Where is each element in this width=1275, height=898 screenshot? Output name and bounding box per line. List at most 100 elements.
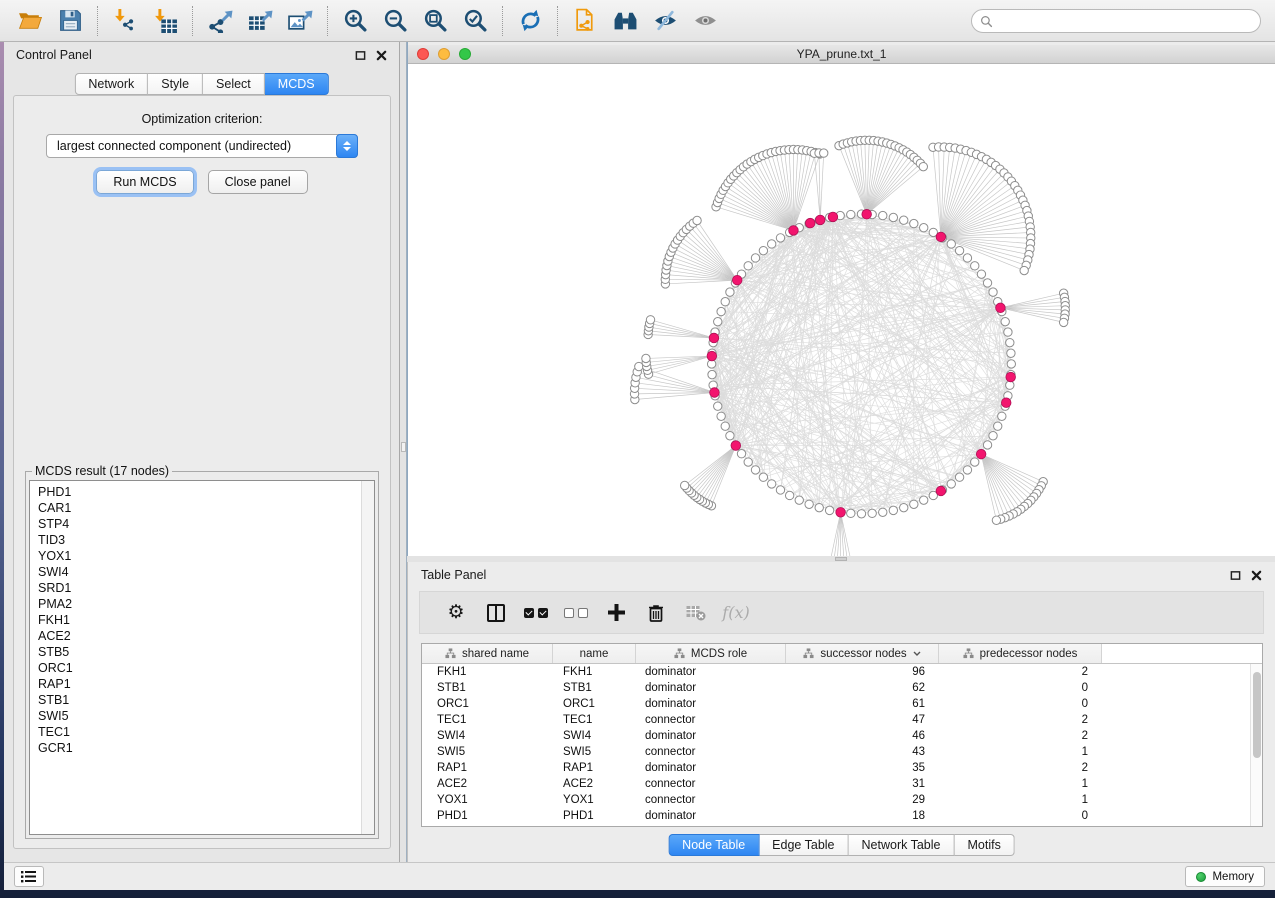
zoom-fit-button[interactable] [418, 5, 452, 37]
refresh-button[interactable] [513, 5, 547, 37]
close-table-panel-button[interactable] [1250, 569, 1262, 581]
control-tab-network[interactable]: Network [74, 73, 148, 95]
column-header-successor-nodes[interactable]: successor nodes [786, 644, 939, 663]
export-table-icon [248, 8, 273, 33]
control-panel-tabs: NetworkStyleSelectMCDS [74, 73, 328, 95]
scrollbar-thumb[interactable] [1253, 672, 1261, 758]
control-tab-select[interactable]: Select [203, 73, 265, 95]
table-row[interactable]: RAP1RAP1dominator352 [422, 760, 1262, 776]
column-type-icon [674, 648, 685, 659]
table-row[interactable]: FKH1FKH1dominator962 [422, 664, 1262, 680]
first-neighbors-button[interactable] [608, 5, 642, 37]
table-tab-motifs[interactable]: Motifs [954, 834, 1014, 856]
show-all-button[interactable] [688, 5, 722, 37]
export-table-button[interactable] [243, 5, 277, 37]
table-row[interactable]: PHD1PHD1dominator180 [422, 808, 1262, 824]
table-row[interactable]: YOX1YOX1connector291 [422, 792, 1262, 808]
unselect-all-columns-button[interactable] [556, 595, 596, 631]
column-header-shared-name[interactable]: shared name [422, 644, 553, 663]
mcds-result-item[interactable]: TID3 [38, 532, 374, 548]
table-cell: dominator [636, 666, 786, 678]
network-canvas[interactable] [408, 64, 1275, 556]
column-header-name[interactable]: name [553, 644, 636, 663]
zoom-out-button[interactable] [378, 5, 412, 37]
mcds-result-item[interactable]: STB5 [38, 644, 374, 660]
float-table-panel-button[interactable] [1229, 569, 1241, 581]
table-row[interactable]: ACE2ACE2connector311 [422, 776, 1262, 792]
optimization-select[interactable]: largest connected component (undirected) [46, 134, 358, 158]
mcds-result-item[interactable]: ACE2 [38, 628, 374, 644]
task-history-button[interactable] [14, 866, 44, 887]
run-mcds-button[interactable]: Run MCDS [96, 170, 193, 194]
table-scrollbar[interactable] [1250, 664, 1262, 826]
chevron-down-icon [913, 651, 921, 657]
select-all-columns-button[interactable] [516, 595, 556, 631]
table-tab-edge-table[interactable]: Edge Table [759, 834, 848, 856]
import-network-button[interactable] [108, 5, 142, 37]
column-type-icon [803, 648, 814, 659]
close-panel-icon-button[interactable] [375, 49, 387, 61]
delete-column-button[interactable] [636, 595, 676, 631]
import-table-button[interactable] [148, 5, 182, 37]
show-column-button[interactable] [476, 595, 516, 631]
network-graph[interactable] [408, 64, 1275, 556]
table-cell: 0 [939, 810, 1102, 822]
export-image-icon [288, 8, 313, 33]
table-settings-button[interactable]: ⚙ [436, 595, 476, 631]
select-stepper-icon [336, 134, 358, 158]
open-file-button[interactable] [13, 5, 47, 37]
mcds-result-item[interactable]: RAP1 [38, 676, 374, 692]
close-panel-button[interactable]: Close panel [208, 170, 308, 194]
table-row[interactable]: SWI5SWI5connector431 [422, 744, 1262, 760]
table-row[interactable]: SWI4SWI4dominator462 [422, 728, 1262, 744]
zoom-selected-button[interactable] [458, 5, 492, 37]
zoom-in-button[interactable] [338, 5, 372, 37]
mcds-result-item[interactable]: ORC1 [38, 660, 374, 676]
splitter-grip[interactable] [835, 557, 847, 561]
export-image-button[interactable] [283, 5, 317, 37]
control-tab-mcds[interactable]: MCDS [265, 73, 329, 95]
column-header-predecessor-nodes[interactable]: predecessor nodes [939, 644, 1102, 663]
table-cell: dominator [636, 762, 786, 774]
unchecked-boxes-icon [564, 608, 588, 618]
columns-icon [487, 604, 505, 622]
export-network-button[interactable] [203, 5, 237, 37]
mcds-result-item[interactable]: FKH1 [38, 612, 374, 628]
mcds-result-item[interactable]: YOX1 [38, 548, 374, 564]
hide-selected-button[interactable] [648, 5, 682, 37]
splitter-grip[interactable] [401, 442, 406, 452]
table-cell: 47 [786, 714, 939, 726]
mcds-result-item[interactable]: CAR1 [38, 500, 374, 516]
vertical-splitter[interactable] [400, 42, 407, 862]
table-row[interactable]: STB1STB1dominator620 [422, 680, 1262, 696]
add-column-button[interactable] [596, 595, 636, 631]
mcds-result-item[interactable]: GCR1 [38, 740, 374, 756]
table-cell: dominator [636, 682, 786, 694]
mcds-result-item[interactable]: STP4 [38, 516, 374, 532]
new-network-from-selection-button[interactable] [568, 5, 602, 37]
table-cell: YOX1 [422, 794, 553, 806]
float-panel-button[interactable] [354, 49, 366, 61]
function-builder-button[interactable]: f(x) [716, 595, 756, 631]
optimization-label: Optimization criterion: [14, 112, 390, 126]
mcds-result-item[interactable]: TEC1 [38, 724, 374, 740]
search-input[interactable] [998, 14, 1260, 28]
mcds-result-item[interactable]: PMA2 [38, 596, 374, 612]
memory-button[interactable]: Memory [1185, 866, 1265, 887]
mcds-result-item[interactable]: STB1 [38, 692, 374, 708]
mcds-result-item[interactable]: SWI4 [38, 564, 374, 580]
column-header-MCDS-role[interactable]: MCDS role [636, 644, 786, 663]
delete-table-button[interactable] [676, 595, 716, 631]
mcds-result-item[interactable]: SRD1 [38, 580, 374, 596]
mcds-result-item[interactable]: PHD1 [38, 484, 374, 500]
control-tab-style[interactable]: Style [148, 73, 203, 95]
mcds-list-scrollbar[interactable] [361, 481, 374, 834]
mcds-result-item[interactable]: SWI5 [38, 708, 374, 724]
save-session-button[interactable] [53, 5, 87, 37]
table-tab-network-table[interactable]: Network Table [849, 834, 955, 856]
table-cell: SWI4 [422, 730, 553, 742]
table-row[interactable]: TEC1TEC1connector472 [422, 712, 1262, 728]
column-type-icon [963, 648, 974, 659]
table-tab-node-table[interactable]: Node Table [668, 834, 759, 856]
table-row[interactable]: ORC1ORC1dominator610 [422, 696, 1262, 712]
